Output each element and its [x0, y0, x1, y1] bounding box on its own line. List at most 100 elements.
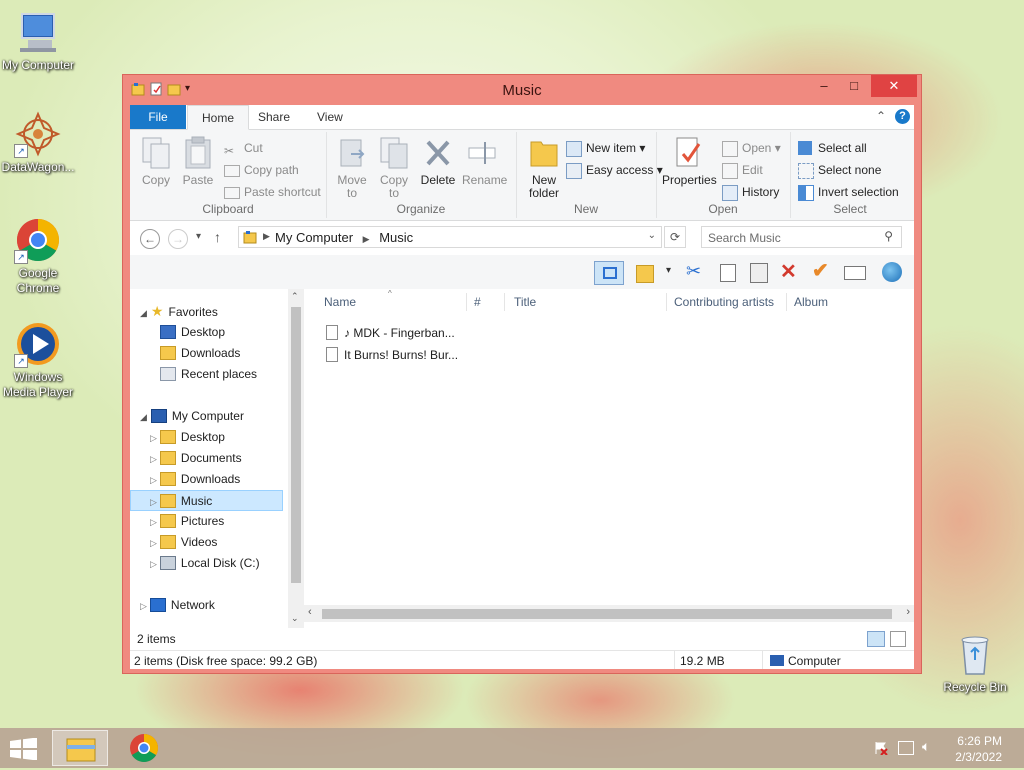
tree-downloads[interactable]: ▷ Downloads — [150, 469, 240, 490]
cut-icon[interactable]: ✂ — [686, 261, 701, 282]
new-item-button[interactable]: New item ▾ — [566, 138, 645, 158]
action-center-flag-icon[interactable] — [874, 741, 888, 756]
tree-music[interactable]: ▷ Music — [130, 490, 283, 511]
scroll-thumb[interactable] — [322, 609, 892, 619]
clock[interactable]: 6:26 PM 2/3/2022 — [955, 733, 1002, 765]
select-all-button[interactable]: Select all — [798, 138, 867, 158]
tree-documents[interactable]: ▷ Documents — [150, 448, 242, 469]
desktop-icon-datawagon[interactable]: ↗ DataWagon... — [0, 110, 76, 175]
forward-button[interactable]: → — [168, 229, 188, 249]
tree-my-computer[interactable]: ◢ My Computer — [140, 406, 244, 427]
globe-icon[interactable] — [882, 262, 902, 282]
refresh-button[interactable]: ⟳ — [664, 226, 686, 248]
rename-button[interactable]: Rename — [462, 136, 507, 187]
tree-videos[interactable]: ▷ Videos — [150, 532, 217, 553]
tree-network[interactable]: ▷ Network — [140, 595, 215, 616]
desktop-icon-label: Windows Media Player — [2, 370, 74, 399]
copy-path-button[interactable]: Copy path — [224, 160, 299, 180]
title-bar[interactable]: ▾ Music – □ ✕ — [123, 75, 921, 105]
tree-fav-desktop[interactable]: Desktop — [160, 322, 225, 343]
file-row[interactable]: ♪ MDK - Fingerban... — [326, 323, 455, 344]
scroll-thumb[interactable] — [291, 307, 301, 583]
history-button[interactable]: History — [722, 182, 779, 202]
desktop-icon-label: DataWagon... — [1, 160, 75, 174]
breadcrumb-my-computer[interactable]: My Computer — [275, 230, 353, 245]
maximize-button[interactable]: □ — [839, 75, 869, 97]
column-contributing-artists[interactable]: Contributing artists — [674, 295, 774, 309]
rename-icon[interactable] — [844, 266, 866, 280]
large-icons-view-icon[interactable] — [890, 631, 906, 647]
scroll-right-icon[interactable]: › — [906, 606, 910, 618]
tree-fav-recent[interactable]: Recent places — [160, 364, 257, 385]
chrome-icon — [130, 734, 158, 762]
tab-home[interactable]: Home — [187, 105, 250, 130]
new-folder-button[interactable]: New folder — [524, 136, 564, 200]
computer-icon — [770, 655, 784, 666]
search-input[interactable]: Search Music ⚲ — [701, 226, 902, 248]
close-button[interactable]: ✕ — [871, 75, 917, 97]
network-tray-icon[interactable] — [898, 741, 914, 755]
details-view-icon[interactable] — [867, 631, 885, 647]
tree-pictures[interactable]: ▷ Pictures — [150, 511, 224, 532]
paste-button[interactable]: Paste — [178, 136, 218, 187]
chevron-down-icon[interactable]: ⌄ — [648, 230, 656, 241]
edit-button[interactable]: Edit — [722, 160, 763, 180]
start-button[interactable] — [10, 737, 38, 761]
scroll-up-icon[interactable]: ⌃ — [291, 291, 299, 302]
folder-options-icon[interactable] — [636, 265, 654, 283]
clock-time: 6:26 PM — [957, 734, 1002, 748]
delete-icon[interactable]: ✕ — [780, 259, 797, 284]
tab-file[interactable]: File — [130, 105, 186, 129]
select-group: Select all Select none Invert selection … — [790, 132, 910, 218]
preview-pane-icon[interactable] — [594, 261, 624, 285]
tree-desktop[interactable]: ▷ Desktop — [150, 427, 225, 448]
file-list-horizontal-scrollbar[interactable]: ‹ › — [304, 605, 914, 622]
column-title[interactable]: Title — [514, 295, 536, 309]
column-album[interactable]: Album — [794, 295, 828, 309]
minimize-button[interactable]: – — [809, 75, 839, 97]
chevron-down-icon[interactable]: ▾ — [666, 265, 671, 276]
paste-shortcut-button[interactable]: Paste shortcut — [224, 182, 321, 202]
clipboard-group-label: Clipboard — [202, 202, 254, 216]
taskbar-chrome[interactable] — [116, 730, 172, 766]
scroll-down-icon[interactable]: ⌄ — [291, 613, 299, 624]
cut-button[interactable]: ✂ Cut — [224, 138, 263, 158]
desktop-icon-chrome[interactable]: ↗ Google Chrome — [0, 216, 76, 296]
copy-to-button[interactable]: Copy to — [374, 136, 414, 200]
tree-fav-downloads[interactable]: Downloads — [160, 343, 240, 364]
scroll-left-icon[interactable]: ‹ — [308, 606, 312, 618]
desktop-icon-recycle-bin[interactable]: Recycle Bin — [937, 630, 1013, 695]
navpane-scrollbar[interactable]: ⌃ ⌄ — [288, 289, 304, 628]
tree-local-disk[interactable]: ▷ Local Disk (C:) — [150, 553, 260, 574]
copy-button[interactable]: Copy — [136, 136, 176, 187]
media-player-icon: ↗ — [14, 320, 62, 368]
paste-icon[interactable] — [750, 263, 768, 283]
help-icon[interactable]: ? — [895, 109, 910, 124]
up-button[interactable]: ↑ — [214, 229, 221, 245]
collapse-ribbon-icon[interactable]: ⌃ — [876, 109, 886, 123]
invert-selection-button[interactable]: Invert selection — [798, 182, 899, 202]
move-to-button[interactable]: Move to — [332, 136, 372, 200]
easy-access-button[interactable]: Easy access ▾ — [566, 160, 663, 180]
select-none-button[interactable]: Select none — [798, 160, 881, 180]
desktop-icon-my-computer[interactable]: My Computer — [0, 8, 76, 73]
checkmark-icon[interactable]: ✔ — [812, 258, 829, 283]
delete-button[interactable]: Delete — [418, 136, 458, 187]
copy-icon[interactable] — [720, 264, 736, 282]
address-bar[interactable]: ▶ My Computer ▶ Music ⌄ — [238, 226, 662, 248]
desktop-icon-media-player[interactable]: ↗ Windows Media Player — [0, 320, 76, 400]
new-group-label: New — [573, 202, 598, 216]
breadcrumb-music[interactable]: Music — [379, 230, 413, 245]
volume-icon[interactable]: 🔈︎ — [922, 738, 930, 755]
back-button[interactable]: ← — [140, 229, 160, 249]
tree-favorites[interactable]: ◢ ★ Favorites — [140, 301, 218, 322]
taskbar-file-explorer[interactable] — [52, 730, 108, 766]
properties-button[interactable]: Properties — [662, 136, 717, 187]
tab-share[interactable]: Share — [244, 105, 304, 129]
file-row[interactable]: It Burns! Burns! Bur... — [326, 345, 458, 366]
column-name[interactable]: Name — [324, 295, 356, 309]
recent-locations-icon[interactable]: ▾ — [196, 231, 201, 242]
open-button[interactable]: Open ▾ — [722, 138, 781, 158]
column-number[interactable]: # — [474, 295, 481, 309]
tab-view[interactable]: View — [303, 105, 357, 129]
